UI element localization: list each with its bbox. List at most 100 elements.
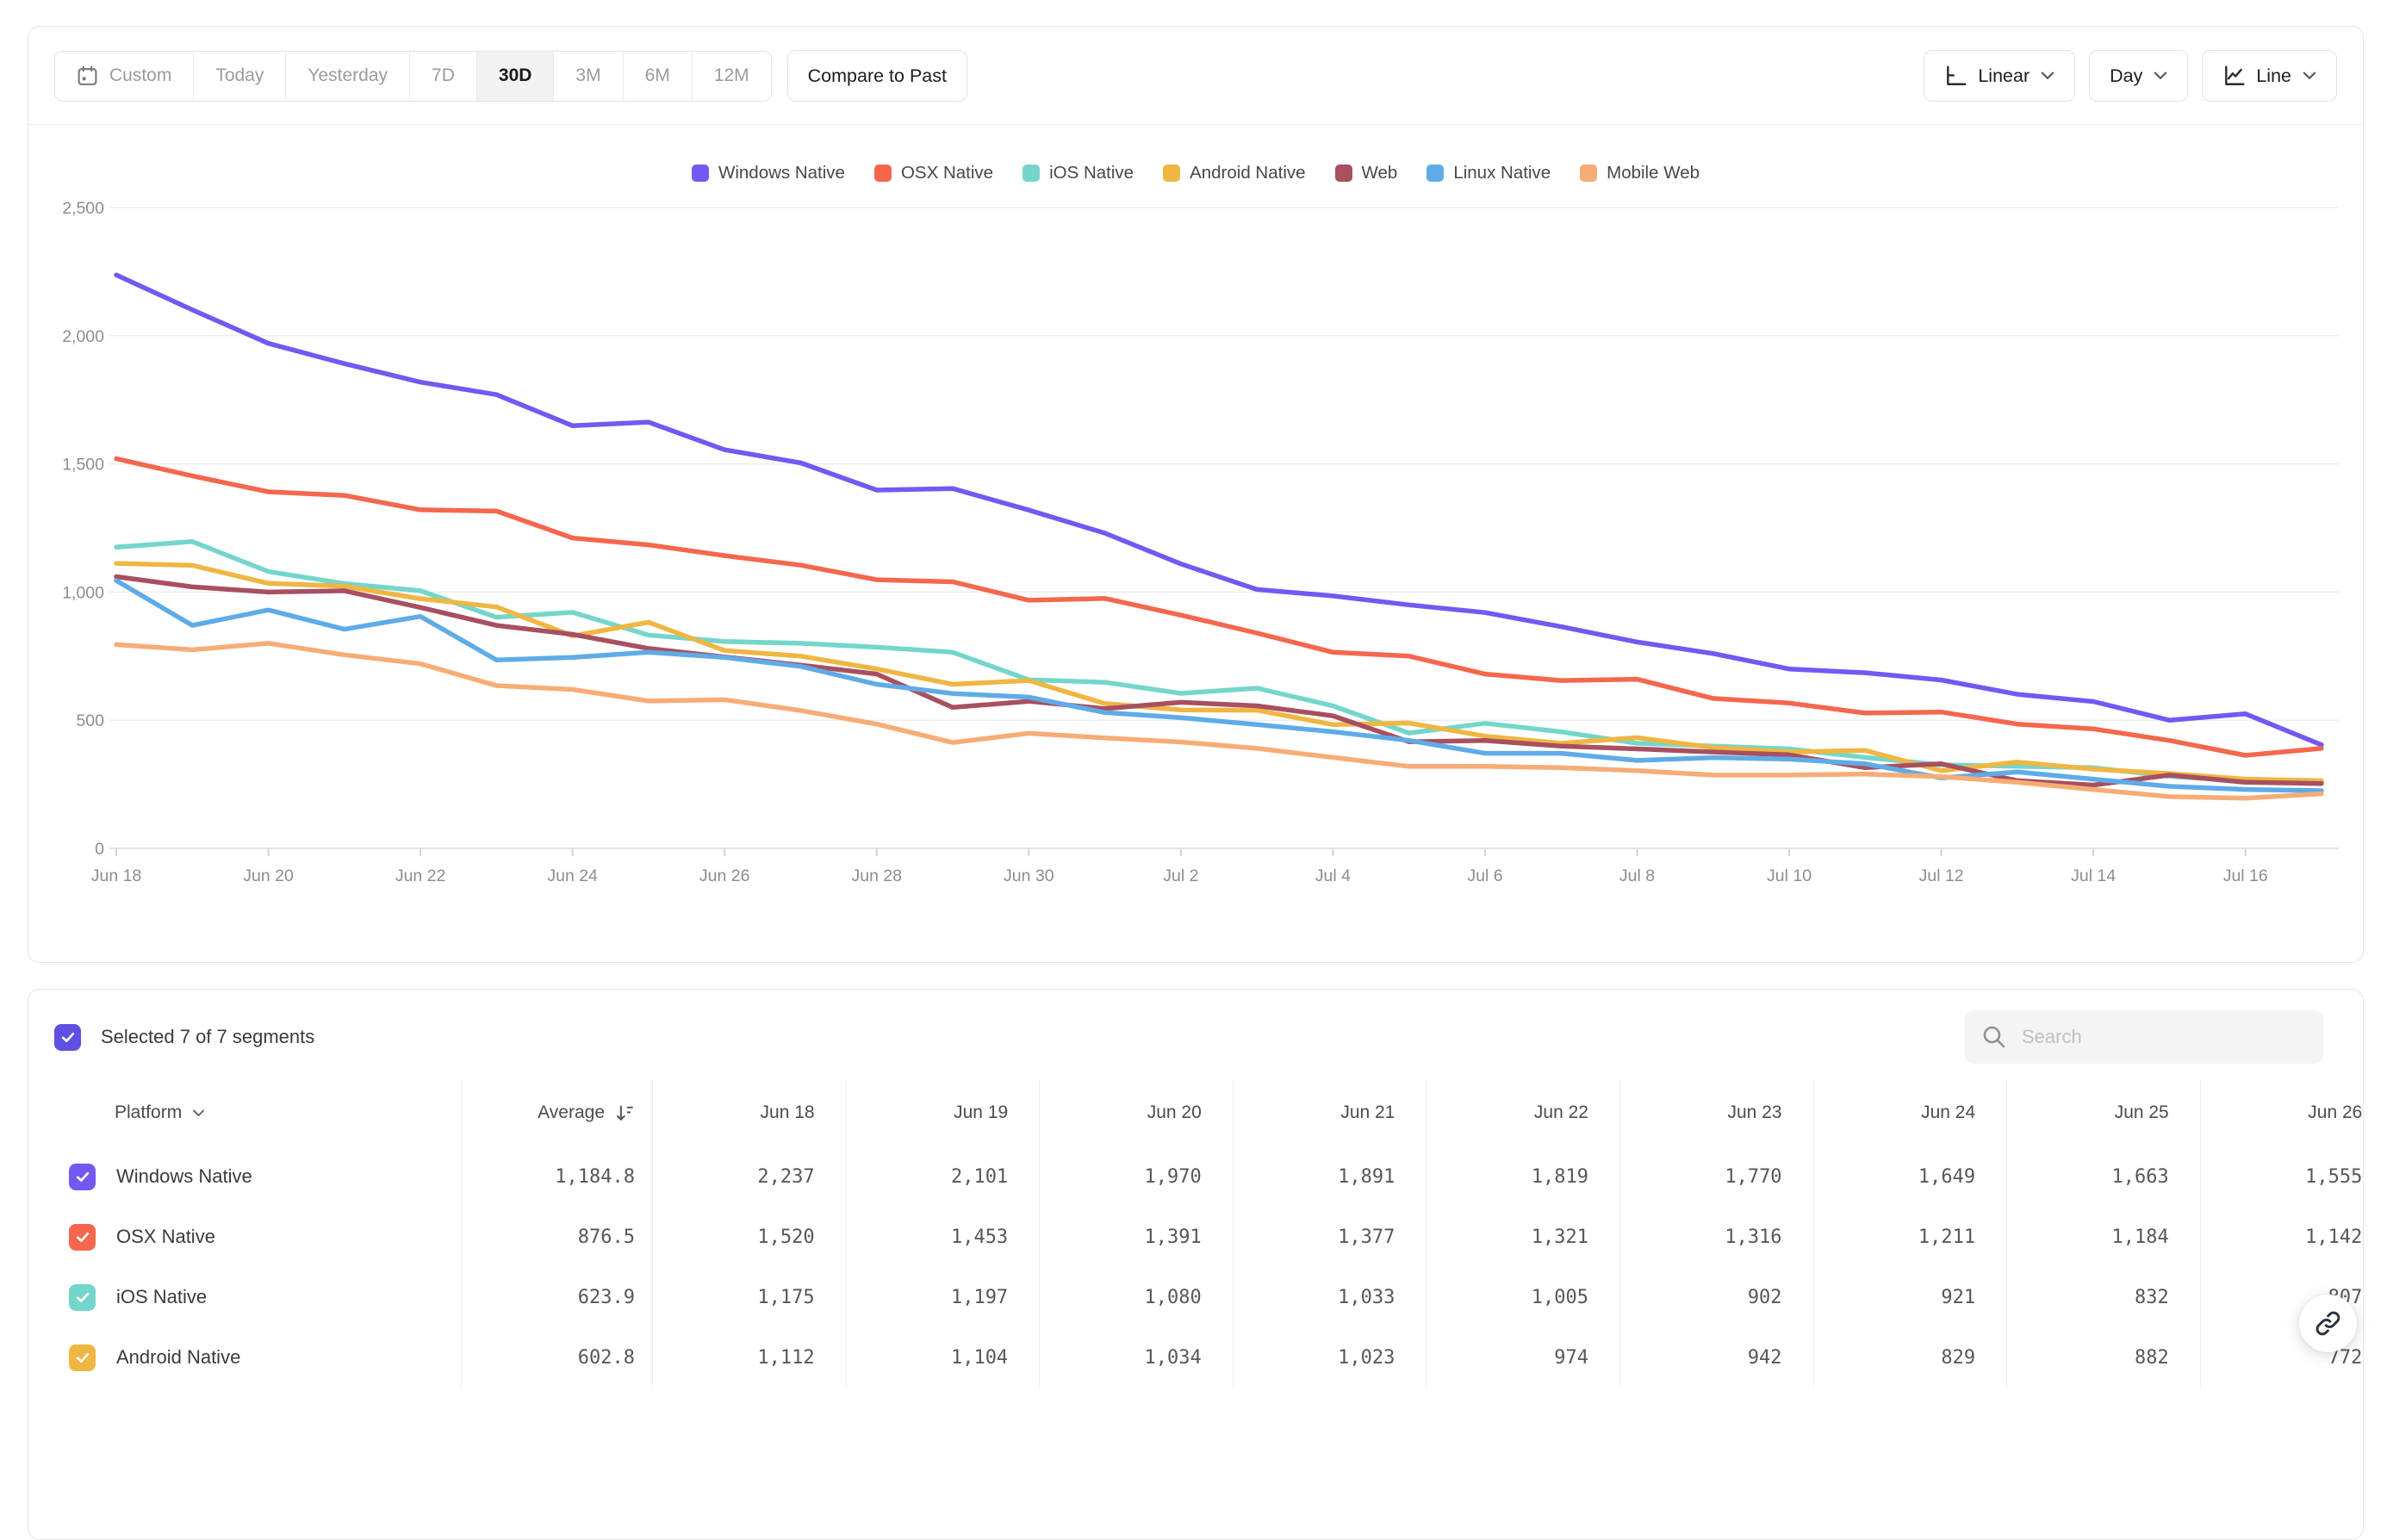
x-axis-label: Jul 6 [1467,866,1502,885]
legend-item-windows-native[interactable]: Windows Native [692,163,845,183]
column-header-jun-22: Jun 22 [1426,1079,1620,1146]
date-range-7d[interactable]: 7D [410,52,477,101]
date-range-today[interactable]: Today [194,52,286,101]
column-header-label: Jun 20 [1147,1102,1202,1123]
legend-item-linux-native[interactable]: Linux Native [1426,163,1551,183]
legend-swatch [1426,165,1444,182]
date-range-6m[interactable]: 6M [624,52,693,101]
selected-summary-label: Selected 7 of 7 segments [101,1026,314,1048]
column-header-platform[interactable]: Platform [28,1079,462,1146]
scale-dropdown[interactable]: Linear [1924,50,2075,102]
value-cell: 1,175 [653,1267,847,1327]
column-header-label: Platform [115,1102,182,1123]
column-header-jun-25: Jun 25 [2007,1079,2201,1146]
check-icon [59,1028,77,1046]
value-cell: 1,770 [1620,1146,1814,1207]
value-cell: 1,184 [2007,1207,2201,1267]
y-axis-label: 0 [95,840,104,859]
column-header-jun-23: Jun 23 [1620,1079,1814,1146]
legend-label: Mobile Web [1607,163,1700,183]
value-cell: 974 [1426,1327,1620,1388]
value-cell: 1,520 [653,1207,847,1267]
chart-type-dropdown[interactable]: Line [2202,50,2337,102]
value-cell: 1,104 [847,1327,1041,1388]
series-line-web[interactable] [116,577,2322,786]
date-range-yesterday[interactable]: Yesterday [286,52,410,101]
share-link-button[interactable] [2299,1295,2357,1352]
date-range-custom[interactable]: Custom [55,52,194,101]
search-input[interactable] [1965,1010,2323,1064]
x-axis-label: Jun 22 [395,866,446,885]
date-range-30d[interactable]: 30D [477,52,555,101]
value-cell: 1,819 [1426,1146,1620,1207]
row-checkbox[interactable] [69,1164,96,1190]
chevron-down-icon [2303,71,2316,80]
x-axis-label: Jun 20 [243,866,294,885]
interval-dropdown[interactable]: Day [2089,50,2188,102]
x-axis-label: Jul 14 [2071,866,2116,885]
value-cell: 1,891 [1234,1146,1427,1207]
value-cell: 1,112 [653,1327,847,1388]
chevron-down-icon [192,1109,205,1117]
date-range-12m[interactable]: 12M [693,52,771,101]
average-cell: 876.5 [462,1207,653,1267]
y-axis-label: 2,500 [62,199,104,218]
legend-item-web[interactable]: Web [1335,163,1398,183]
value-cell: 2,101 [847,1146,1041,1207]
chart-toolbar: Custom TodayYesterday7D30D3M6M12M Compar… [28,27,2363,125]
platform-label: iOS Native [116,1286,207,1308]
row-checkbox[interactable] [69,1284,96,1311]
chart-panel: Custom TodayYesterday7D30D3M6M12M Compar… [28,26,2364,963]
value-cell: 882 [2007,1327,2201,1388]
compare-to-past-button[interactable]: Compare to Past [787,50,967,102]
scale-dropdown-label: Linear [1978,65,2029,87]
legend-swatch [874,165,892,182]
legend-item-osx-native[interactable]: OSX Native [874,163,993,183]
platform-label: Android Native [116,1346,240,1369]
column-header-label: Jun 19 [954,1102,1008,1123]
line-chart-icon [2222,65,2245,87]
check-icon [74,1349,91,1366]
column-header-jun-21: Jun 21 [1234,1079,1427,1146]
x-axis-label: Jul 10 [1767,866,1812,885]
x-axis-label: Jun 24 [547,866,598,885]
column-header-label: Jun 21 [1340,1102,1395,1123]
legend-swatch [1022,165,1040,182]
legend-item-ios-native[interactable]: iOS Native [1022,163,1134,183]
legend-label: iOS Native [1049,163,1134,183]
column-header-average[interactable]: Average [462,1079,653,1146]
column-header-label: Jun 22 [1534,1102,1588,1123]
row-checkbox[interactable] [69,1344,96,1371]
value-cell: 1,555 [2201,1146,2364,1207]
value-cell: 902 [1620,1267,1814,1327]
check-icon [74,1289,91,1306]
date-range-custom-label: Custom [109,65,171,86]
row-checkbox[interactable] [69,1224,96,1251]
legend-swatch [1335,165,1352,182]
x-axis-label: Jul 16 [2223,866,2268,885]
y-axis-label: 1,500 [62,456,104,475]
legend-item-mobile-web[interactable]: Mobile Web [1580,163,1700,183]
selected-summary-row: Selected 7 of 7 segments [54,1024,314,1051]
search-box [1965,1010,2323,1064]
x-axis-label: Jul 4 [1315,866,1351,885]
column-header-jun-24: Jun 24 [1814,1079,2008,1146]
legend-swatch [1163,165,1180,182]
value-cell: 1,023 [1234,1327,1427,1388]
value-cell: 1,649 [1814,1146,2008,1207]
select-all-checkbox[interactable] [54,1024,81,1051]
legend-item-android-native[interactable]: Android Native [1163,163,1305,183]
date-range-3m[interactable]: 3M [554,52,623,101]
segments-header: Selected 7 of 7 segments [28,990,2363,1079]
legend-label: Windows Native [718,163,845,183]
column-header-label: Average [538,1102,605,1123]
x-axis-label: Jun 30 [1004,866,1054,885]
sort-desc-icon [613,1102,635,1124]
calendar-icon [77,65,98,87]
value-cell: 1,663 [2007,1146,2201,1207]
column-header-jun-19: Jun 19 [847,1079,1041,1146]
column-header-label: Jun 24 [1921,1102,1975,1123]
column-header-label: Jun 23 [1728,1102,1782,1123]
column-header-jun-18: Jun 18 [653,1079,847,1146]
x-axis-label: Jun 26 [699,866,750,885]
